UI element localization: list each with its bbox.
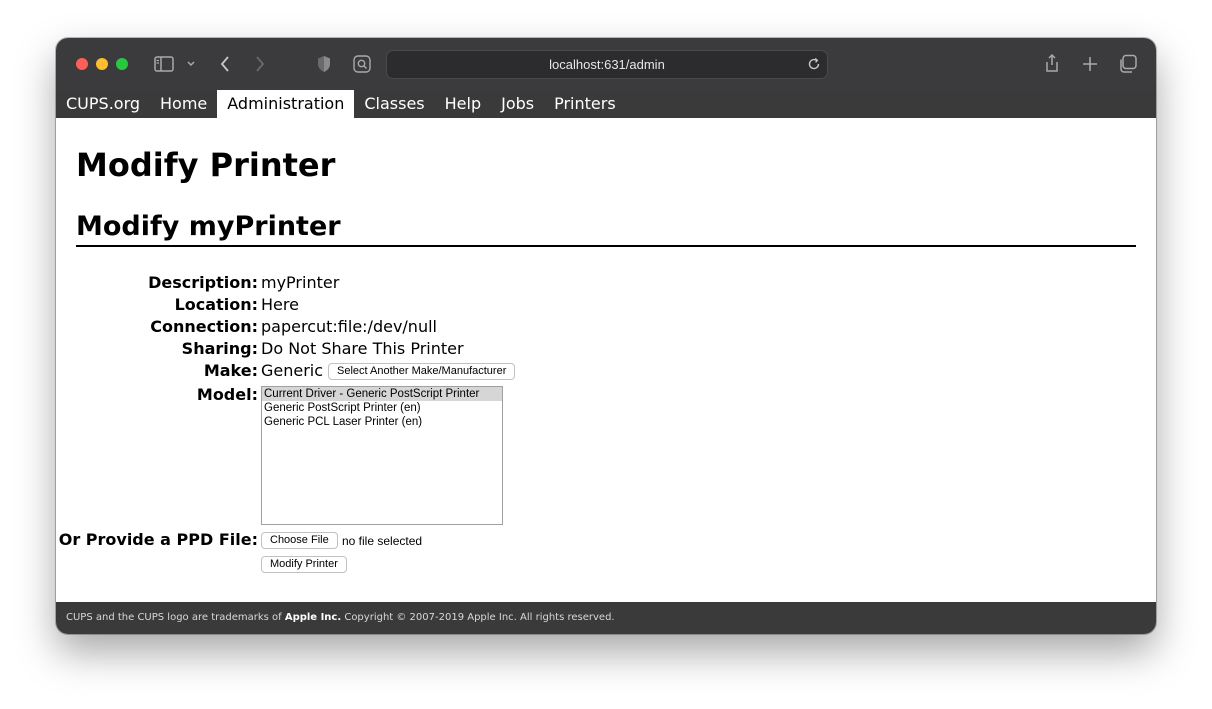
browser-window: localhost:631/admin CUPS.org Home Admini… bbox=[56, 38, 1156, 634]
model-option[interactable]: Generic PostScript Printer (en) bbox=[262, 401, 502, 415]
shield-icon[interactable] bbox=[314, 54, 334, 74]
footer-prefix: CUPS and the CUPS logo are trademarks of bbox=[66, 612, 285, 623]
sidebar-icon[interactable] bbox=[153, 54, 175, 74]
plus-icon[interactable] bbox=[1080, 54, 1100, 74]
browser-toolbar: localhost:631/admin bbox=[56, 38, 1156, 90]
tabs-icon[interactable] bbox=[1117, 53, 1139, 75]
back-icon[interactable] bbox=[216, 53, 234, 75]
nav-item-home[interactable]: Home bbox=[150, 90, 217, 118]
forward-icon[interactable] bbox=[251, 53, 269, 75]
reader-icon[interactable] bbox=[352, 54, 372, 74]
make-value: Generic bbox=[261, 361, 324, 380]
model-listbox[interactable]: Current Driver - Generic PostScript Prin… bbox=[261, 386, 503, 525]
model-option[interactable]: Current Driver - Generic PostScript Prin… bbox=[262, 387, 502, 401]
model-label: Model: bbox=[196, 385, 258, 404]
address-bar[interactable]: localhost:631/admin bbox=[386, 50, 828, 79]
make-label: Make: bbox=[203, 361, 258, 380]
no-file-text: no file selected bbox=[342, 534, 423, 548]
close-window-button[interactable] bbox=[76, 58, 88, 70]
model-option[interactable]: Generic PCL Laser Printer (en) bbox=[262, 415, 502, 429]
section-title: Modify myPrinter bbox=[76, 211, 341, 242]
nav-item-printers[interactable]: Printers bbox=[544, 90, 626, 118]
location-label: Location: bbox=[174, 295, 258, 314]
nav-item-classes[interactable]: Classes bbox=[354, 90, 434, 118]
nav-item-jobs[interactable]: Jobs bbox=[491, 90, 544, 118]
connection-value: papercut:file:/dev/null bbox=[261, 317, 437, 336]
description-label: Description: bbox=[148, 273, 258, 292]
choose-file-button[interactable]: Choose File bbox=[261, 532, 338, 549]
nav-item-help[interactable]: Help bbox=[435, 90, 491, 118]
location-value: Here bbox=[261, 295, 299, 314]
sharing-value: Do Not Share This Printer bbox=[261, 339, 464, 358]
page-content: Modify Printer Modify myPrinter Descript… bbox=[56, 118, 1156, 602]
footer-suffix: Copyright © 2007-2019 Apple Inc. All rig… bbox=[341, 612, 615, 623]
select-make-button[interactable]: Select Another Make/Manufacturer bbox=[328, 363, 516, 380]
page-title: Modify Printer bbox=[76, 146, 336, 184]
title-divider bbox=[76, 245, 1136, 247]
url-text: localhost:631/admin bbox=[549, 57, 665, 72]
reload-icon[interactable] bbox=[806, 56, 822, 72]
share-icon[interactable] bbox=[1042, 52, 1062, 74]
sharing-label: Sharing: bbox=[181, 339, 258, 358]
ppd-file-label: Or Provide a PPD File: bbox=[58, 530, 258, 549]
footer-company-link[interactable]: Apple Inc. bbox=[285, 612, 341, 623]
chevron-down-icon[interactable] bbox=[184, 56, 198, 72]
description-value: myPrinter bbox=[261, 273, 340, 292]
modify-printer-button[interactable]: Modify Printer bbox=[261, 556, 347, 573]
nav-item-administration[interactable]: Administration bbox=[217, 90, 355, 118]
minimize-window-button[interactable] bbox=[96, 58, 108, 70]
nav-item-cups-org[interactable]: CUPS.org bbox=[56, 90, 150, 118]
zoom-window-button[interactable] bbox=[116, 58, 128, 70]
cups-nav-bar: CUPS.org Home Administration Classes Hel… bbox=[56, 90, 1156, 118]
connection-label: Connection: bbox=[150, 317, 258, 336]
page-footer: CUPS and the CUPS logo are trademarks of… bbox=[56, 602, 1156, 634]
